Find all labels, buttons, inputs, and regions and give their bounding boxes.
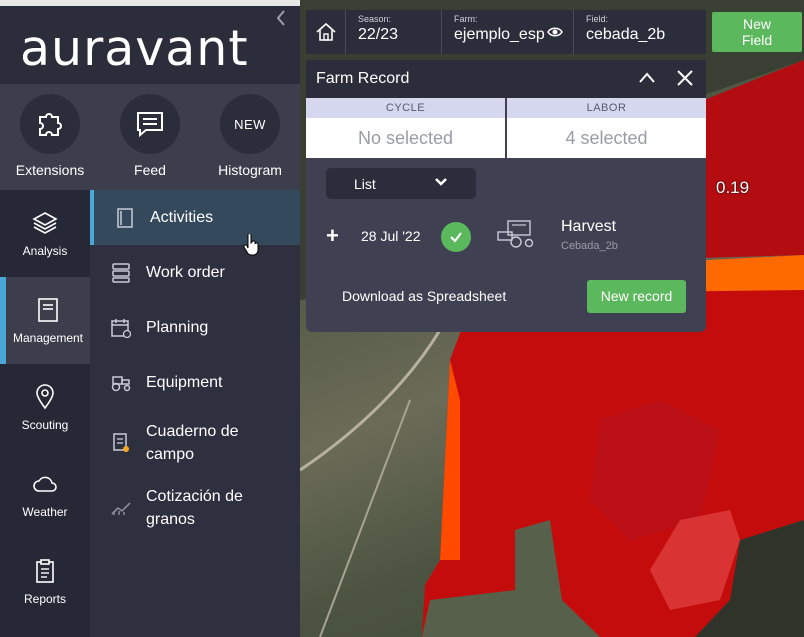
farm-selector[interactable]: Farm: ejemplo_esp [442, 10, 574, 54]
submenu-label-planning: Planning [146, 319, 209, 336]
labor-header: LABOR [507, 98, 706, 118]
submenu-item-planning[interactable]: Planning [90, 300, 300, 355]
season-selector[interactable]: Season: 22/23 [346, 10, 442, 54]
cycle-filter[interactable]: CYCLE No selected [306, 98, 507, 158]
layers-icon [32, 210, 58, 236]
close-icon[interactable] [676, 69, 694, 87]
book-icon [114, 207, 136, 229]
feed-icon-circle [120, 94, 180, 154]
quick-actions: Extensions Feed NEW Histogram [0, 84, 300, 190]
expand-plus-icon[interactable]: + [326, 223, 339, 249]
submenu-item-cuaderno-de-campo[interactable]: Cuaderno de campo [90, 410, 300, 475]
message-icon [137, 112, 163, 138]
submenu-label-work-order: Work order [146, 264, 225, 281]
breadcrumb: Season: 22/23 Farm: ejemplo_esp Field: c… [306, 10, 706, 54]
farm-record-panel: Farm Record CYCLE No selected LABOR 4 se… [306, 60, 706, 332]
submenu-label-cuaderno-de-campo: Cuaderno de campo [146, 422, 239, 463]
season-value: 22/23 [358, 26, 399, 43]
cycle-header: CYCLE [306, 98, 505, 118]
harvester-icon [497, 220, 534, 248]
submenu-label-activities: Activities [150, 209, 214, 226]
field-value: cebada_2b [586, 26, 666, 43]
submenu-item-equipment[interactable]: Equipment [90, 355, 300, 410]
submenu-item-cotizacion-de-granos[interactable]: Cotización de granos [90, 475, 300, 540]
submenu-label-cotizacion-de-granos: Cotización de granos [146, 487, 243, 528]
download-spreadsheet-link[interactable]: Download as Spreadsheet [342, 288, 506, 304]
stack-icon [110, 262, 132, 284]
menu-item-management[interactable]: Management [0, 277, 90, 364]
menu-item-weather[interactable]: Weather [0, 451, 90, 538]
panel-header: Farm Record [306, 60, 706, 98]
eye-icon[interactable] [547, 26, 563, 38]
chevron-left-icon [276, 10, 285, 26]
extensions-icon-circle [20, 94, 80, 154]
feed-label: Feed [134, 162, 166, 178]
tractor-icon [110, 372, 132, 394]
notebook-icon [35, 297, 61, 323]
menu-label-analysis: Analysis [22, 244, 68, 258]
record-date: 28 Jul '22 [361, 228, 421, 244]
feed-button[interactable]: Feed [105, 94, 195, 178]
histogram-label: Histogram [218, 162, 282, 178]
menu-label-weather: Weather [22, 505, 68, 519]
calendar-icon [110, 317, 132, 339]
new-record-button[interactable]: New record [587, 280, 686, 313]
filters: CYCLE No selected LABOR 4 selected [306, 98, 706, 158]
submenu: Activities Work order Planning Equipment… [90, 190, 300, 637]
menu-item-analysis[interactable]: Analysis [0, 190, 90, 277]
record-subtitle: Cebada_2b [561, 240, 618, 252]
menu-item-scouting[interactable]: Scouting [0, 364, 90, 451]
submenu-item-work-order[interactable]: Work order [90, 245, 300, 300]
logo-area: auravant [0, 6, 300, 84]
menu-label-scouting: Scouting [21, 418, 69, 432]
cycle-value: No selected [357, 128, 454, 148]
home-icon [315, 22, 336, 41]
menu-label-management: Management [12, 331, 84, 345]
sidebar: auravant Extensions Feed NEW Histogram A… [0, 6, 300, 637]
check-icon [441, 222, 471, 252]
season-label: Season: [358, 14, 392, 24]
field-selector[interactable]: Field: cebada_2b [574, 10, 704, 54]
chart-trend-icon [110, 497, 132, 519]
clipboard-icon [32, 558, 58, 584]
farm-label: Farm: [454, 14, 478, 24]
home-button[interactable] [306, 10, 346, 54]
histogram-icon-circle: NEW [220, 94, 280, 154]
cloud-icon [32, 471, 58, 497]
puzzle-icon [39, 113, 62, 136]
field-notebook-icon [110, 432, 132, 454]
extensions-label: Extensions [15, 162, 85, 178]
labor-value: 4 selected [565, 128, 648, 148]
auravant-logo: auravant [20, 20, 249, 77]
submenu-item-activities[interactable]: Activities [90, 190, 300, 245]
field-label: Field: [586, 14, 609, 24]
new-badge: NEW [234, 116, 266, 132]
view-select-value: List [354, 176, 376, 192]
chevron-up-icon[interactable] [638, 69, 656, 87]
main-menu: Analysis Management Scouting Weather Rep… [0, 190, 90, 637]
hand-cursor-icon [243, 234, 259, 256]
map-value-label: 0.19 [716, 178, 750, 197]
panel-title: Farm Record [316, 70, 410, 87]
view-select[interactable]: List [326, 168, 476, 199]
chevron-down-icon [435, 178, 447, 186]
menu-item-reports[interactable]: Reports [0, 538, 90, 625]
record-title: Harvest [561, 218, 617, 235]
histogram-button[interactable]: NEW Histogram [205, 94, 295, 178]
new-field-button[interactable]: New Field [712, 12, 802, 52]
extensions-button[interactable]: Extensions [5, 94, 95, 178]
menu-label-reports: Reports [23, 592, 67, 606]
labor-filter[interactable]: LABOR 4 selected [507, 98, 706, 158]
collapse-sidebar-button[interactable] [276, 10, 286, 31]
location-pin-icon [32, 384, 58, 410]
submenu-label-equipment: Equipment [146, 374, 223, 391]
record-row[interactable]: + 28 Jul '22 Harvest Cebada_2b [306, 212, 706, 262]
